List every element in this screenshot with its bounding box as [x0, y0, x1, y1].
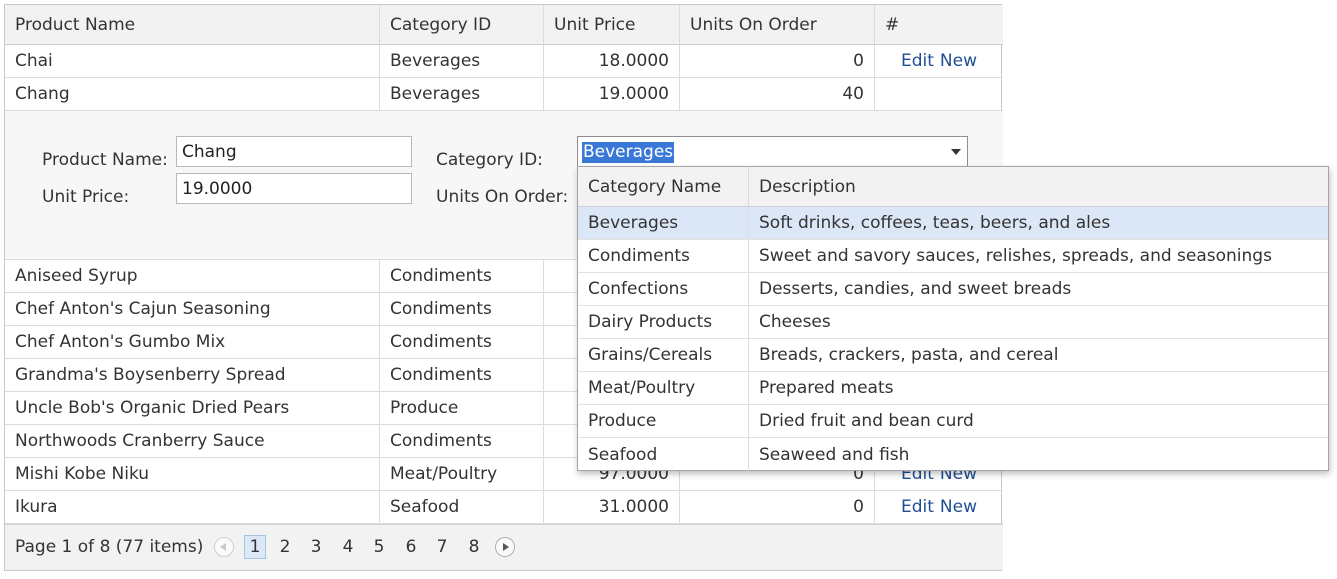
page-button-4[interactable]: 4 [337, 535, 359, 559]
cell-product-name: Chang [5, 78, 380, 110]
dropdown-item-description: Sweet and savory sauces, relishes, sprea… [759, 246, 1272, 266]
dropdown-item-name: Beverages [578, 207, 749, 239]
product-name-label: Product Name: [42, 150, 168, 170]
cell-product-name: Uncle Bob's Organic Dried Pears [5, 392, 380, 424]
cell-units-on-order: 0 [680, 45, 875, 77]
page-button-3[interactable]: 3 [305, 535, 327, 559]
dropdown-item[interactable]: Dairy Products Cheeses [578, 306, 1328, 339]
cell-category: Condiments [380, 293, 544, 325]
dropdown-item-description: Prepared meats [759, 378, 894, 398]
grid-header-row: Product Name Category ID Unit Price Unit… [5, 5, 1003, 45]
page-button-2[interactable]: 2 [274, 535, 296, 559]
category-combobox-value: Beverages [582, 142, 675, 163]
dropdown-item[interactable]: Seafood Seaweed and fish [578, 438, 1328, 471]
dropdown-item-description: Soft drinks, coffees, teas, beers, and a… [759, 213, 1111, 233]
cell-product-name: Chef Anton's Cajun Seasoning [5, 293, 380, 325]
cell-product-name: Mishi Kobe Niku [5, 458, 380, 490]
dropdown-item-name: Seafood [578, 438, 749, 471]
cell-category: Condiments [380, 425, 544, 457]
product-name-input[interactable]: Chang [176, 136, 412, 167]
edit-link[interactable]: Edit [901, 497, 934, 517]
dropdown-item[interactable]: Meat/Poultry Prepared meats [578, 372, 1328, 405]
column-header-commands: # [885, 14, 900, 35]
new-link[interactable]: New [940, 51, 977, 71]
dropdown-item[interactable]: Grains/Cereals Breads, crackers, pasta, … [578, 339, 1328, 372]
cell-category: Produce [380, 392, 544, 424]
cell-product-name: Chai [5, 45, 380, 77]
cell-commands: Edit New [875, 45, 1003, 77]
column-header-units-on-order[interactable]: Units On Order [680, 5, 875, 44]
pager: Page 1 of 8 (77 items) 1 2 3 4 5 6 7 8 [5, 524, 1003, 570]
category-dropdown-list: Category Name Description Beverages Soft… [577, 166, 1329, 471]
dropdown-item-description: Seaweed and fish [759, 444, 910, 465]
dropdown-item-name: Meat/Poultry [578, 372, 749, 404]
page-button-8[interactable]: 8 [463, 535, 485, 559]
cell-units-on-order: 0 [680, 491, 875, 523]
table-row[interactable]: Chang Beverages 19.0000 40 [5, 78, 1003, 111]
cell-unit-price: 19.0000 [544, 78, 680, 110]
cell-commands [875, 78, 1003, 110]
new-link[interactable]: New [940, 497, 977, 517]
column-header-category-id[interactable]: Category ID [380, 5, 544, 44]
chevron-left-icon[interactable] [214, 537, 234, 557]
dropdown-item-name: Grains/Cereals [578, 339, 749, 371]
column-header-product-name[interactable]: Product Name [5, 5, 380, 44]
cell-category: Condiments [380, 326, 544, 358]
dropdown-item[interactable]: Produce Dried fruit and bean curd [578, 405, 1328, 438]
dropdown-column-category-name: Category Name [578, 167, 749, 206]
dropdown-item-name: Dairy Products [578, 306, 749, 338]
cell-category: Condiments [380, 260, 544, 292]
table-row[interactable]: Ikura Seafood 31.0000 0 Edit New [5, 491, 1003, 524]
page-button-6[interactable]: 6 [400, 535, 422, 559]
dropdown-item-description: Breads, crackers, pasta, and cereal [759, 345, 1059, 365]
pager-summary: Page 1 of 8 (77 items) [15, 537, 204, 557]
dropdown-item-description: Desserts, candies, and sweet breads [759, 279, 1072, 299]
cell-product-name: Northwoods Cranberry Sauce [5, 425, 380, 457]
dropdown-column-description: Description [759, 176, 856, 197]
cell-product-name: Grandma's Boysenberry Spread [5, 359, 380, 391]
cell-category: Meat/Poultry [380, 458, 544, 490]
dropdown-header-row: Category Name Description [578, 167, 1328, 207]
cell-category: Condiments [380, 359, 544, 391]
dropdown-item[interactable]: Beverages Soft drinks, coffees, teas, be… [578, 207, 1328, 240]
cell-product-name: Aniseed Syrup [5, 260, 380, 292]
cell-product-name: Chef Anton's Gumbo Mix [5, 326, 380, 358]
column-header-unit-price[interactable]: Unit Price [544, 5, 680, 44]
cell-category: Beverages [380, 45, 544, 77]
page-button-1[interactable]: 1 [244, 535, 266, 559]
cell-category: Seafood [380, 491, 544, 523]
unit-price-input[interactable]: 19.0000 [176, 173, 412, 204]
dropdown-arrow-icon[interactable] [951, 149, 961, 155]
edit-link[interactable]: Edit [901, 51, 934, 71]
dropdown-item[interactable]: Confections Desserts, candies, and sweet… [578, 273, 1328, 306]
dropdown-item-name: Produce [578, 405, 749, 437]
dropdown-item-name: Confections [578, 273, 749, 305]
cell-category: Beverages [380, 78, 544, 110]
page-button-5[interactable]: 5 [368, 535, 390, 559]
dropdown-item[interactable]: Condiments Sweet and savory sauces, reli… [578, 240, 1328, 273]
cell-product-name: Ikura [5, 491, 380, 523]
cell-unit-price: 18.0000 [544, 45, 680, 77]
category-id-label: Category ID: [436, 150, 543, 170]
dropdown-item-description: Dried fruit and bean curd [759, 411, 974, 431]
page-button-7[interactable]: 7 [431, 535, 453, 559]
table-row[interactable]: Chai Beverages 18.0000 0 Edit New [5, 45, 1003, 78]
cell-unit-price: 31.0000 [544, 491, 680, 523]
cell-commands: Edit New [875, 491, 1003, 523]
category-combobox[interactable]: Beverages [577, 136, 968, 167]
chevron-right-icon[interactable] [495, 537, 515, 557]
cell-units-on-order: 40 [680, 78, 875, 110]
unit-price-label: Unit Price: [42, 187, 130, 207]
dropdown-item-description: Cheeses [759, 312, 831, 332]
units-on-order-label: Units On Order: [436, 187, 569, 207]
dropdown-item-name: Condiments [578, 240, 749, 272]
